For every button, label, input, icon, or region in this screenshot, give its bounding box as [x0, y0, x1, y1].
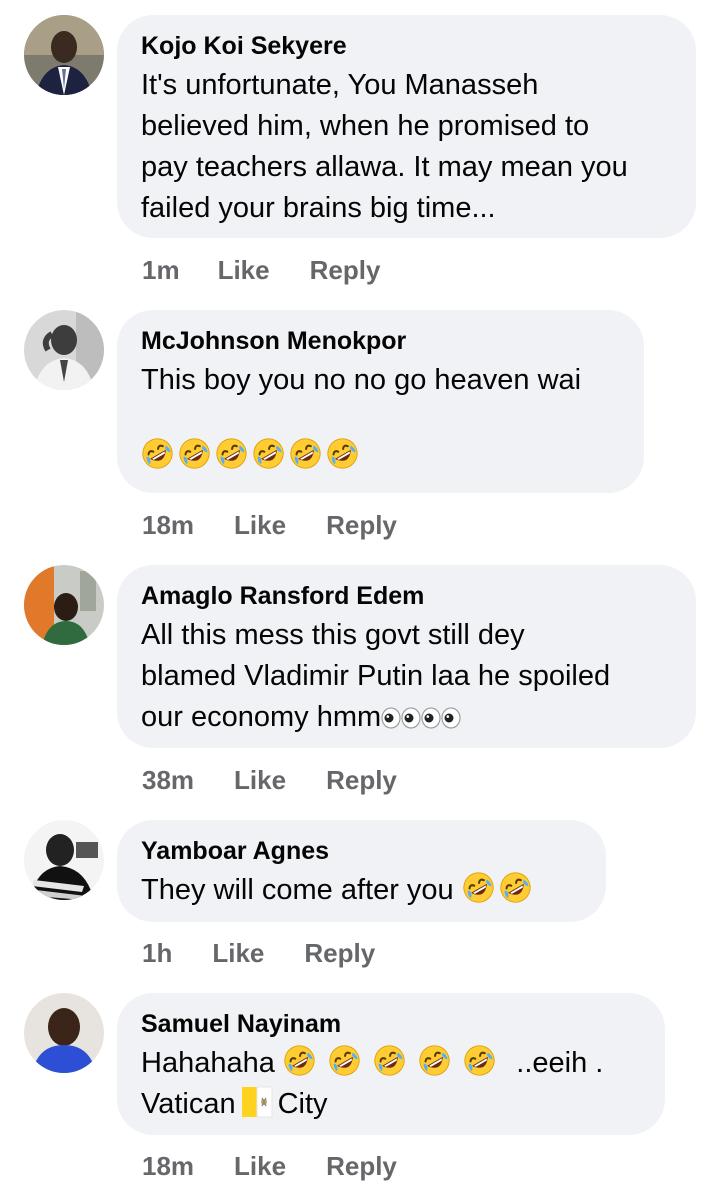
reply-button[interactable]: Reply	[326, 765, 397, 795]
comment-author[interactable]: Amaglo Ransford Edem	[141, 579, 671, 613]
vatican-flag-icon	[240, 1085, 274, 1119]
comment-actions: 18m Like Reply	[142, 1151, 397, 1181]
comment-bubble: Samuel Nayinam Hahahaha ..eeih . Vatican…	[117, 993, 665, 1135]
avatar[interactable]	[24, 993, 104, 1073]
avatar[interactable]	[24, 820, 104, 900]
like-button[interactable]: Like	[234, 1151, 286, 1181]
comment-text: They will come after you	[141, 870, 581, 911]
rofl-emoji-icon	[215, 437, 248, 470]
comment-author[interactable]: Samuel Nayinam	[141, 1007, 640, 1041]
reply-button[interactable]: Reply	[304, 938, 375, 968]
emoji-row	[141, 437, 619, 473]
rofl-emoji-icon	[178, 437, 211, 470]
eyes-emoji-icon	[441, 707, 461, 729]
comment-bubble: Amaglo Ransford Edem All this mess this …	[117, 565, 696, 748]
rofl-emoji-icon	[289, 437, 322, 470]
comment-bubble: Yamboar Agnes They will come after you	[117, 820, 606, 922]
comment-text: All this mess this govt still dey blamed…	[141, 619, 611, 733]
avatar[interactable]	[24, 310, 104, 390]
reply-button[interactable]: Reply	[310, 255, 381, 285]
like-button[interactable]: Like	[218, 255, 270, 285]
comment-timestamp[interactable]: 38m	[142, 765, 194, 795]
rofl-emoji-icon	[252, 437, 285, 470]
comment-timestamp[interactable]: 1m	[142, 255, 180, 285]
comment-actions: 1h Like Reply	[142, 938, 375, 968]
rofl-emoji-icon	[328, 1044, 361, 1077]
comment-text: It's unfortunate, You Manasseh believed …	[141, 69, 628, 224]
comment-author[interactable]: Yamboar Agnes	[141, 834, 581, 868]
eyes-emoji-icon	[381, 707, 401, 729]
comment-timestamp[interactable]: 18m	[142, 510, 194, 540]
rofl-emoji-icon	[373, 1044, 406, 1077]
rofl-emoji-icon	[141, 437, 174, 470]
like-button[interactable]: Like	[234, 765, 286, 795]
eyes-emoji-icon	[421, 707, 441, 729]
comment-bubble: Kojo Koi Sekyere It's unfortunate, You M…	[117, 15, 696, 238]
comment-author[interactable]: Kojo Koi Sekyere	[141, 29, 671, 63]
comment-author[interactable]: McJohnson Menokpor	[141, 324, 619, 358]
like-button[interactable]: Like	[212, 938, 264, 968]
avatar[interactable]	[24, 15, 104, 95]
comment-actions: 38m Like Reply	[142, 765, 397, 795]
eyes-emoji-icon	[401, 707, 421, 729]
reply-button[interactable]: Reply	[326, 510, 397, 540]
comment-actions: 1m Like Reply	[142, 255, 380, 285]
rofl-emoji-icon	[499, 871, 532, 904]
comment-actions: 18m Like Reply	[142, 510, 397, 540]
comment-timestamp[interactable]: 18m	[142, 1151, 194, 1181]
rofl-emoji-icon	[326, 437, 359, 470]
rofl-emoji-icon	[463, 1044, 496, 1077]
comment-bubble: McJohnson Menokpor This boy you no no go…	[117, 310, 644, 493]
avatar[interactable]	[24, 565, 104, 645]
comment-timestamp[interactable]: 1h	[142, 938, 172, 968]
reply-button[interactable]: Reply	[326, 1151, 397, 1181]
comment-text: Hahahaha ..eeih . Vatican City	[141, 1043, 640, 1125]
like-button[interactable]: Like	[234, 510, 286, 540]
rofl-emoji-icon	[418, 1044, 451, 1077]
rofl-emoji-icon	[462, 871, 495, 904]
rofl-emoji-icon	[283, 1044, 316, 1077]
comment-text: This boy you no no go heaven wai	[141, 364, 582, 396]
